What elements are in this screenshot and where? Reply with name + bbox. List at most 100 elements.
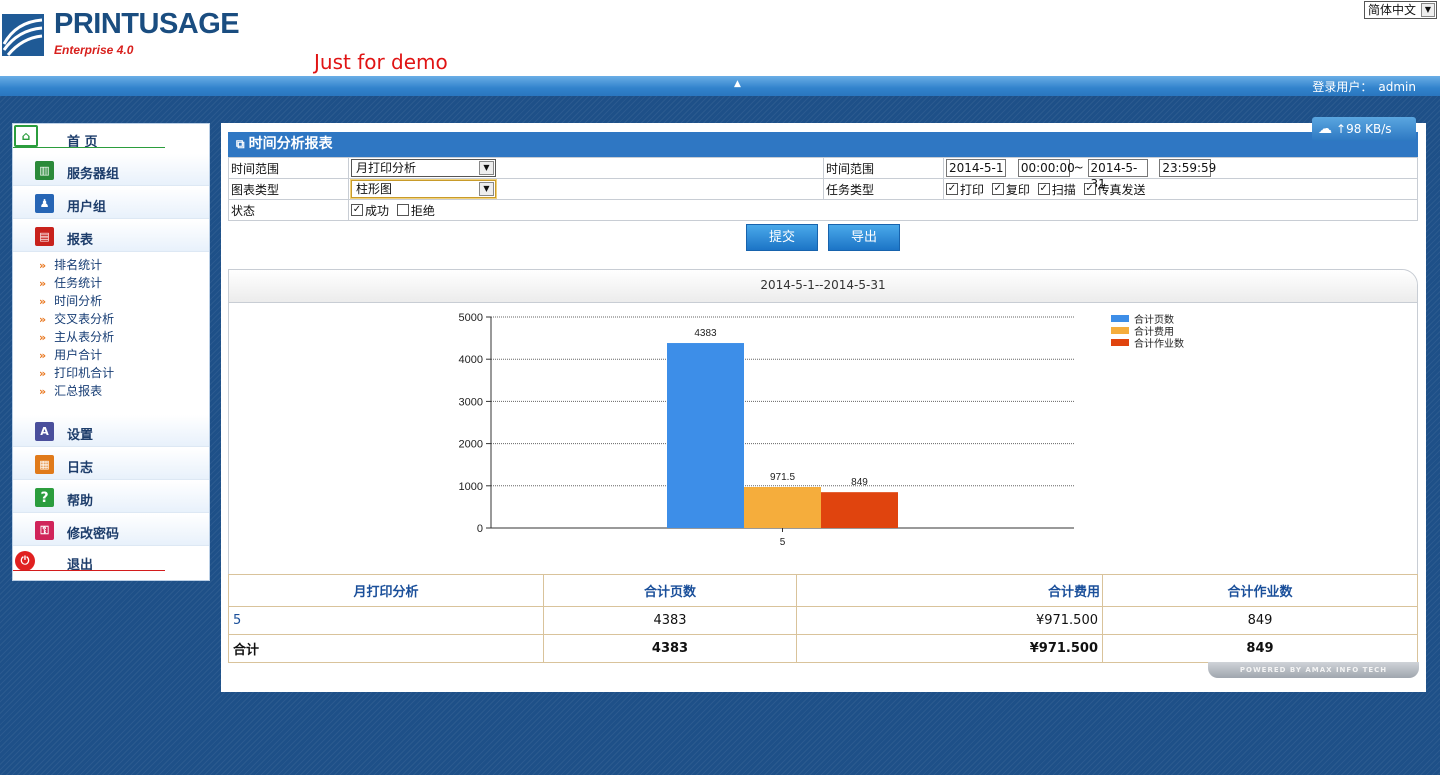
product-name: PRINTUSAGE (54, 8, 240, 40)
chart-type-label: 图表类型 (228, 178, 349, 200)
end-time-input[interactable]: 23:59:59 (1159, 159, 1216, 177)
task-print-label: 打印 (960, 182, 985, 197)
status-rejected-checkbox[interactable] (396, 204, 409, 216)
submenu-item-label: 汇总报表 (54, 384, 103, 398)
submenu-item[interactable]: » 任务统计 (39, 274, 114, 292)
table-header-row: 月打印分析 合计页数 合计费用 合计作业数 (228, 574, 1418, 607)
chart-card: 2014-5-1--2014-5-31 0 1000 2000 3000 4000 500… (228, 269, 1418, 575)
server-group-icon: ▥ (35, 161, 54, 180)
sidebar-item-logout[interactable]: ⏻ 退出 (13, 548, 209, 580)
chart-type-select[interactable]: 柱形图 ▼ (351, 180, 496, 198)
submenu-item-label: 用户合计 (54, 348, 103, 362)
login-user: 登录用户： admin (1312, 78, 1416, 95)
status-success-checkbox[interactable]: ✓ (351, 204, 363, 216)
product-edition: Enterprise 4.0 (54, 43, 134, 57)
chevron-right-icon: » (39, 259, 47, 272)
chevron-down-icon: ▼ (479, 161, 494, 175)
sidebar-item-user-group[interactable]: ♟ 用户组 (13, 187, 209, 219)
collapse-header-icon[interactable]: ▲ (734, 79, 741, 89)
sidebar-item-home[interactable]: ⌂ 首 页 (13, 124, 209, 156)
total-jobs: 849 (1102, 634, 1418, 663)
total-pages: 4383 (543, 634, 797, 663)
login-username: admin (1378, 80, 1416, 94)
bar (667, 343, 744, 528)
col-header-jobs[interactable]: 合计作业数 (1102, 574, 1418, 607)
status-rejected-label: 拒绝 (410, 203, 435, 218)
table-row: 5 4383 ¥971.500 849 (228, 606, 1418, 635)
sidebar-item-help[interactable]: ? 帮助 (13, 481, 209, 513)
end-date-input[interactable]: 2014-5-31 (1087, 159, 1148, 191)
sidebar-item-settings[interactable]: A 设置 (13, 415, 209, 447)
sidebar-item-log[interactable]: ▦ 日志 (13, 448, 209, 480)
chart-title: 2014-5-1--2014-5-31 (229, 270, 1417, 303)
header: PRINTUSAGE Enterprise 4.0 Just for demo … (0, 0, 1440, 76)
network-speed-widget[interactable]: ☁ ↑98 KB/s (1312, 117, 1416, 141)
export-button[interactable]: 导出 (828, 224, 900, 251)
settings-icon: A (35, 422, 54, 441)
total-label: 合计 (228, 634, 544, 663)
sidebar-item-change-password[interactable]: ⚿ 修改密码 (13, 514, 209, 546)
chevron-right-icon: » (39, 313, 47, 326)
legend-label: 合计页数 (1134, 313, 1174, 326)
col-header-month[interactable]: 月打印分析 (228, 574, 544, 607)
submenu-item-label: 交叉表分析 (54, 312, 115, 326)
y-tick-label: 4000 (459, 354, 483, 366)
task-fax-checkbox[interactable]: ✓ (1083, 183, 1096, 195)
chart-type-value: 柱形图 (356, 182, 393, 196)
legend-swatch (1111, 339, 1129, 346)
status-label: 状态 (228, 199, 349, 221)
submenu-item[interactable]: » 打印机合计 (39, 364, 114, 382)
y-tick-label: 3000 (459, 396, 483, 408)
submenu-item-label: 打印机合计 (54, 366, 115, 380)
row-jobs: 849 (1102, 606, 1418, 635)
range-separator: ~ (1073, 160, 1084, 175)
task-scan-checkbox[interactable]: ✓ (1037, 183, 1050, 195)
bar-chart: 0 1000 2000 3000 4000 5000 4383 971.5 849 5 合计页数合计… (459, 312, 1184, 548)
logout-underline (13, 570, 165, 571)
submenu-item-label: 主从表分析 (54, 330, 115, 344)
user-group-icon: ♟ (35, 194, 54, 213)
submenu-item[interactable]: » 汇总报表 (39, 382, 114, 400)
sidebar-item-label: 设置 (67, 428, 94, 443)
time-range-select[interactable]: 月打印分析 ▼ (351, 159, 496, 177)
x-tick-label: 5 (780, 537, 786, 548)
submenu-item[interactable]: » 用户合计 (39, 346, 114, 364)
row-month-link[interactable]: 5 (228, 606, 544, 635)
y-tick-label: 0 (477, 523, 483, 535)
sidebar-item-report[interactable]: ▤ 报表 (13, 220, 209, 252)
language-select[interactable]: 简体中文 ▼ (1364, 1, 1437, 19)
status-success-label: 成功 (365, 203, 390, 218)
sidebar-item-label: 修改密码 (67, 527, 120, 542)
bar (744, 487, 821, 528)
submenu-item[interactable]: » 交叉表分析 (39, 310, 114, 328)
time-range-label: 时间范围 (228, 157, 349, 179)
submenu-item[interactable]: » 主从表分析 (39, 328, 114, 346)
demo-note: Just for demo (314, 50, 448, 74)
powered-by-footer: POWERED BY AMAX INFO TECH (1208, 662, 1419, 678)
chevron-down-icon: ▼ (479, 182, 494, 196)
col-header-cost[interactable]: 合计费用 (796, 574, 1103, 607)
submenu-item[interactable]: » 排名统计 (39, 256, 114, 274)
bar-data-label: 4383 (694, 328, 717, 339)
submenu-item[interactable]: » 时间分析 (39, 292, 114, 310)
key-icon: ⚿ (35, 521, 54, 540)
start-time-input[interactable]: 00:00:00 (1017, 159, 1075, 177)
legend-swatch (1111, 327, 1129, 334)
log-icon: ▦ (35, 455, 54, 474)
task-print-checkbox[interactable]: ✓ (946, 183, 958, 195)
language-value: 简体中文 (1368, 3, 1417, 17)
panel-title: 时间分析报表 (248, 136, 333, 152)
legend-swatch (1111, 315, 1129, 322)
sidebar-item-server-group[interactable]: ▥ 服务器组 (13, 154, 209, 186)
task-copy-checkbox[interactable]: ✓ (991, 183, 1004, 195)
date-range-label: 时间范围 (823, 157, 944, 179)
top-bar: ▲ 登录用户： admin (0, 76, 1440, 96)
chevron-right-icon: » (39, 367, 47, 380)
submenu-item-label: 任务统计 (54, 276, 103, 290)
col-header-pages[interactable]: 合计页数 (543, 574, 797, 607)
submit-button[interactable]: 提交 (746, 224, 818, 251)
help-icon: ? (35, 488, 54, 507)
upload-arrow-icon: ↑ (1336, 122, 1347, 136)
start-date-input[interactable]: 2014-5-1 (946, 159, 1006, 177)
total-cost: ¥971.500 (796, 634, 1103, 663)
